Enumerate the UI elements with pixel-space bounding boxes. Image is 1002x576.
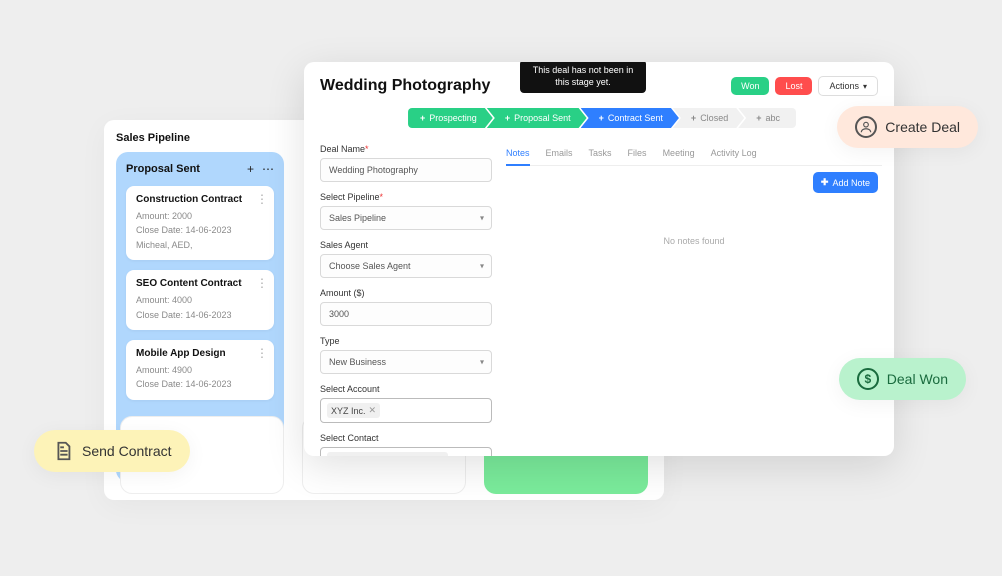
plus-icon: + (756, 113, 761, 123)
deal-card-name: SEO Content Contract (136, 278, 264, 289)
deal-card[interactable]: ⋮ Mobile App Design Amount: 4900 Close D… (126, 340, 274, 400)
stage-prospecting[interactable]: +Prospecting (408, 108, 493, 128)
pipeline-select[interactable]: Sales Pipeline (320, 206, 492, 230)
send-contract-pill[interactable]: Send Contract (34, 430, 190, 472)
deal-name-input[interactable] (320, 158, 492, 182)
tabs: Notes Emails Tasks Files Meeting Activit… (506, 142, 882, 166)
contact-label: Select Contact (320, 433, 492, 443)
deal-card-amount: Amount: 2000 (136, 209, 264, 223)
stage-closed[interactable]: +Closed (673, 108, 744, 128)
remove-chip-icon[interactable]: ✕ (436, 454, 444, 456)
agent-select[interactable]: Choose Sales Agent (320, 254, 492, 278)
type-label: Type (320, 336, 492, 346)
actions-button[interactable]: Actions▾ (818, 76, 878, 96)
deal-card-close: Close Date: 14-06-2023 (136, 223, 264, 237)
card-menu-icon[interactable]: ⋮ (256, 346, 268, 360)
plus-icon: + (691, 113, 696, 123)
column-title: Proposal Sent (126, 163, 200, 175)
deal-name-label: Deal Name* (320, 144, 492, 154)
deal-card-name: Construction Contract (136, 194, 264, 205)
tab-notes[interactable]: Notes (506, 142, 530, 166)
plus-icon: + (420, 113, 425, 123)
deal-card-name: Mobile App Design (136, 348, 264, 359)
amount-label: Amount ($) (320, 288, 492, 298)
stage-row: +Prospecting +Proposal Sent +Contract Se… (304, 108, 894, 128)
deal-card-extra: Micheal, AED, (136, 238, 264, 252)
type-select[interactable]: New Business (320, 350, 492, 374)
stage-contract-sent[interactable]: +Contract Sent (581, 108, 679, 128)
stage-proposal-sent[interactable]: +Proposal Sent (487, 108, 587, 128)
deal-card-amount: Amount: 4000 (136, 293, 264, 307)
tab-emails[interactable]: Emails (546, 142, 573, 165)
send-contract-label: Send Contract (82, 443, 172, 459)
pipeline-label: Select Pipeline* (320, 192, 492, 202)
plus-icon: + (505, 113, 510, 123)
contact-chip[interactable]: Pam Anderson (XYZ Inc.)✕ (327, 452, 448, 456)
account-input[interactable]: XYZ Inc.✕ (320, 398, 492, 423)
activity-panel: Notes Emails Tasks Files Meeting Activit… (496, 142, 882, 428)
chevron-down-icon: ▾ (863, 82, 867, 91)
create-deal-pill[interactable]: Create Deal (837, 106, 978, 148)
tab-meeting[interactable]: Meeting (663, 142, 695, 165)
deal-won-label: Deal Won (887, 371, 948, 387)
tab-files[interactable]: Files (628, 142, 647, 165)
contact-input[interactable]: Pam Anderson (XYZ Inc.)✕ (320, 447, 492, 456)
add-note-button[interactable]: ✚Add Note (813, 172, 878, 193)
modal-title: Wedding Photography (320, 77, 490, 95)
create-deal-label: Create Deal (885, 119, 960, 135)
account-label: Select Account (320, 384, 492, 394)
amount-input[interactable] (320, 302, 492, 326)
lost-button[interactable]: Lost (775, 77, 812, 95)
deal-won-pill[interactable]: $ Deal Won (839, 358, 966, 400)
card-menu-icon[interactable]: ⋮ (256, 192, 268, 206)
deal-card-amount: Amount: 4900 (136, 363, 264, 377)
modal-header: Wedding Photography Won Lost Actions▾ Th… (304, 62, 894, 96)
deal-card-close: Close Date: 14-06-2023 (136, 377, 264, 391)
person-icon (855, 116, 877, 138)
deal-card[interactable]: ⋮ Construction Contract Amount: 2000 Clo… (126, 186, 274, 260)
remove-chip-icon[interactable]: ✕ (369, 405, 377, 416)
account-chip[interactable]: XYZ Inc.✕ (327, 403, 380, 418)
column-menu-icon[interactable]: ⋯ (262, 162, 274, 176)
deal-card[interactable]: ⋮ SEO Content Contract Amount: 4000 Clos… (126, 270, 274, 330)
stage-tooltip: This deal has not been in this stage yet… (520, 62, 646, 93)
document-icon (52, 440, 74, 462)
card-menu-icon[interactable]: ⋮ (256, 276, 268, 290)
agent-label: Sales Agent (320, 240, 492, 250)
tab-tasks[interactable]: Tasks (589, 142, 612, 165)
deal-form: Deal Name* Select Pipeline* Sales Pipeli… (316, 142, 496, 428)
deal-card-close: Close Date: 14-06-2023 (136, 308, 264, 322)
tab-activity-log[interactable]: Activity Log (711, 142, 757, 165)
won-button[interactable]: Won (731, 77, 769, 95)
dollar-icon: $ (857, 368, 879, 390)
plus-icon: ✚ (821, 177, 829, 188)
pipeline-title: Sales Pipeline (116, 132, 190, 144)
plus-icon: + (599, 113, 604, 123)
deal-modal: Wedding Photography Won Lost Actions▾ Th… (304, 62, 894, 456)
stage-abc[interactable]: +abc (738, 108, 796, 128)
add-card-icon[interactable]: + (247, 162, 254, 176)
notes-empty-label: No notes found (506, 236, 882, 246)
